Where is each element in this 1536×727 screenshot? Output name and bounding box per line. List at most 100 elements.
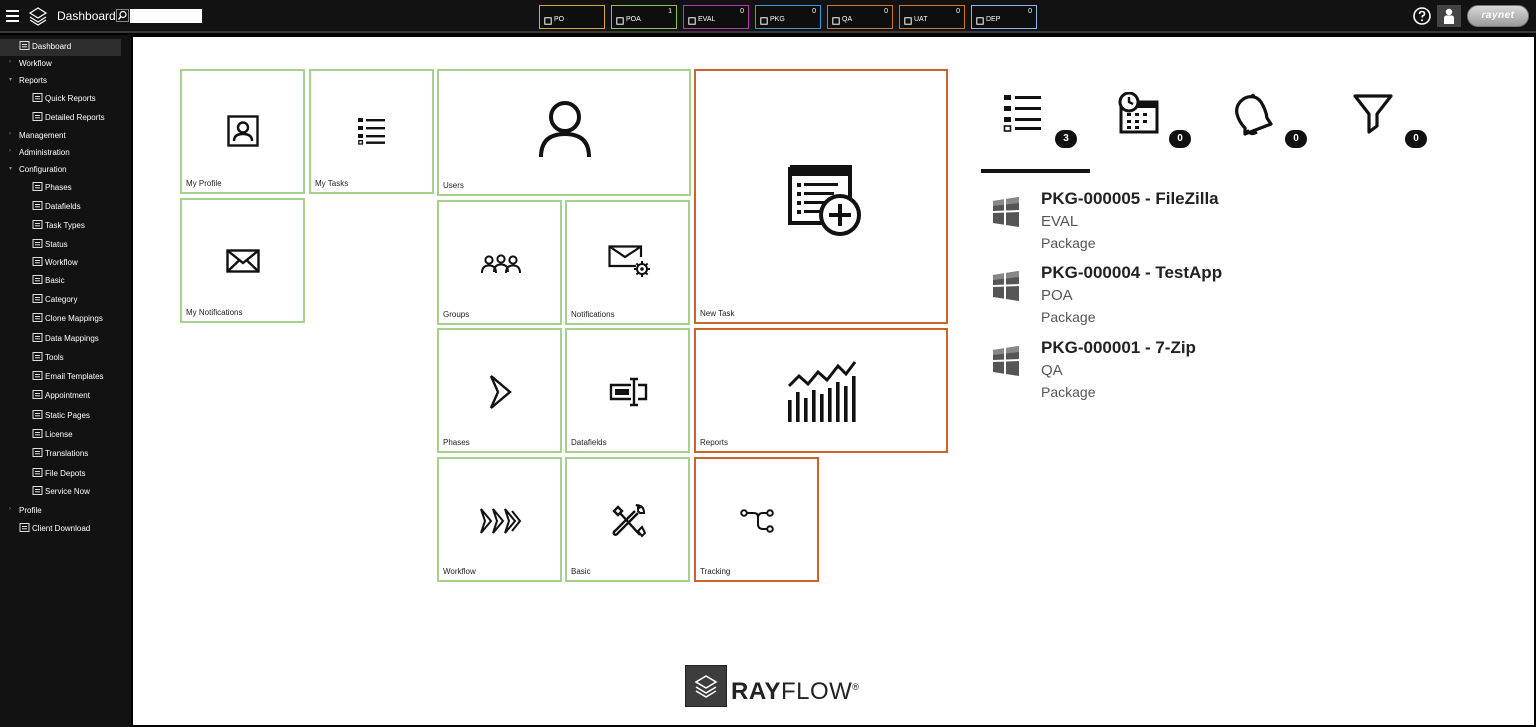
tile-reports[interactable]: Reports xyxy=(694,328,948,453)
sidebar-item-quick-reports[interactable]: Quick Reports xyxy=(0,91,131,108)
sidebar-item-datafields[interactable]: Datafields xyxy=(0,199,131,216)
sidebar-item-appointment[interactable]: Appointment xyxy=(0,388,131,405)
sidebar-item-label: Status xyxy=(45,240,68,249)
sidebar-item-workflow[interactable]: Workflow xyxy=(0,255,131,272)
tile-tracking[interactable]: Tracking xyxy=(694,457,819,582)
tile-notifications[interactable]: Notifications xyxy=(565,200,690,325)
brand-logo[interactable]: raynet xyxy=(1467,5,1529,27)
power-icon xyxy=(32,486,43,495)
chevron-icon xyxy=(32,182,43,191)
stage-tab-count: 0 xyxy=(956,8,960,15)
sidebar-item-label: Service Now xyxy=(45,487,90,496)
chevron-right-icon[interactable]: › xyxy=(9,131,11,137)
sidebar-item-label: Appointment xyxy=(45,391,90,400)
task-title[interactable]: PKG-000004 - TestApp xyxy=(1041,263,1222,283)
filter-tab-appointments[interactable]: 0 xyxy=(1115,92,1191,152)
tile-my-profile[interactable]: My Profile xyxy=(180,69,305,194)
tile-label: Datafields xyxy=(571,438,607,447)
task-item[interactable]: PKG-000004 - TestApp POA Package xyxy=(985,263,1285,333)
sidebar-item-category[interactable]: Category xyxy=(0,292,131,309)
search-icon xyxy=(832,17,840,25)
stage-tab-dep[interactable]: DEP 0 xyxy=(971,5,1037,29)
app-logo-icon[interactable] xyxy=(27,5,49,27)
sidebar-item-label: Client Download xyxy=(32,524,91,533)
sidebar-item-basic[interactable]: Basic xyxy=(0,273,131,290)
email-template-icon xyxy=(32,371,43,380)
tile-basic[interactable]: Basic xyxy=(565,457,690,582)
sidebar-item-email-templates[interactable]: Email Templates xyxy=(0,369,131,386)
task-type: Package xyxy=(1041,309,1096,325)
sidebar-item-reports[interactable]: ▾ Reports xyxy=(0,73,131,90)
chevron-right-icon[interactable]: › xyxy=(9,148,11,154)
workflow-icon xyxy=(32,257,43,266)
stage-tab-poa[interactable]: POA 1 xyxy=(611,5,677,29)
sidebar-item-label: Profile xyxy=(19,506,42,515)
tile-my-notifications[interactable]: My Notifications xyxy=(180,198,305,323)
user-button[interactable] xyxy=(1437,5,1461,27)
new-task-icon xyxy=(788,165,861,236)
sidebar-item-label: Static Pages xyxy=(45,411,90,420)
sidebar-item-label: Detailed Reports xyxy=(45,113,105,122)
sidebar-item-administration[interactable]: › Administration xyxy=(0,145,131,162)
stage-tab-uat[interactable]: UAT 0 xyxy=(899,5,965,29)
sidebar-item-service-now[interactable]: Service Now xyxy=(0,484,131,501)
sidebar-item-translations[interactable]: Translations xyxy=(0,446,131,463)
sidebar-item-configuration[interactable]: ▾ Configuration xyxy=(0,162,131,179)
filter-tab-tasks[interactable]: 3 xyxy=(1001,92,1077,152)
sidebar-item-dashboard[interactable]: Dashboard xyxy=(0,39,121,56)
sidebar-item-client-download[interactable]: Client Download xyxy=(0,521,131,538)
layers-icon xyxy=(694,675,718,698)
tile-my-tasks[interactable]: My Tasks xyxy=(309,69,434,194)
search-icon[interactable] xyxy=(116,9,129,22)
tile-datafields[interactable]: Datafields xyxy=(565,328,690,453)
sidebar-item-tools[interactable]: Tools xyxy=(0,350,131,367)
stage-tab-po[interactable]: PO xyxy=(539,5,605,29)
menu-icon[interactable] xyxy=(6,10,19,22)
tile-groups[interactable]: Groups xyxy=(437,200,562,325)
task-title[interactable]: PKG-000001 - 7-Zip xyxy=(1041,338,1196,358)
tools-icon xyxy=(612,504,646,538)
sidebar-item-label: Phases xyxy=(45,183,72,192)
tile-phases[interactable]: Phases xyxy=(437,328,562,453)
chevron-right-icon[interactable]: › xyxy=(9,59,11,65)
datafield-icon xyxy=(609,377,648,407)
sidebar-item-static-pages[interactable]: Static Pages xyxy=(0,408,131,425)
clone-icon xyxy=(32,313,43,322)
sidebar-item-management[interactable]: › Management xyxy=(0,128,131,145)
tile-label: Tracking xyxy=(700,567,731,576)
bell-icon xyxy=(1235,93,1273,136)
filter-tab-notifications[interactable]: 0 xyxy=(1231,92,1307,152)
tile-new-task[interactable]: New Task xyxy=(694,69,948,324)
sidebar-item-profile[interactable]: › Profile xyxy=(0,503,131,520)
stage-tab-pkg[interactable]: PKG 0 xyxy=(755,5,821,29)
task-title[interactable]: PKG-000005 - FileZilla xyxy=(1041,189,1219,209)
sidebar-item-workflow[interactable]: › Workflow xyxy=(0,56,131,73)
stage-tab-qa[interactable]: QA 0 xyxy=(827,5,893,29)
report-icon xyxy=(32,112,43,121)
sidebar-item-label: Administration xyxy=(19,148,70,157)
sidebar-item-phases[interactable]: Phases xyxy=(0,180,131,197)
sidebar-item-task-types[interactable]: Task Types xyxy=(0,218,131,235)
sidebar-item-label: Management xyxy=(19,131,66,140)
filter-tab-filters[interactable]: 0 xyxy=(1351,92,1427,152)
sidebar-item-status[interactable]: Status xyxy=(0,237,131,254)
sidebar-item-clone-mappings[interactable]: Clone Mappings xyxy=(0,311,131,328)
sidebar-item-license[interactable]: License xyxy=(0,427,131,444)
sidebar-item-label: Basic xyxy=(45,276,65,285)
sidebar-item-data-mappings[interactable]: Data Mappings xyxy=(0,331,131,348)
search-input[interactable] xyxy=(130,9,202,23)
stage-tab-eval[interactable]: EVAL 0 xyxy=(683,5,749,29)
task-type: Package xyxy=(1041,235,1096,251)
help-icon[interactable] xyxy=(1413,7,1431,25)
tile-workflow[interactable]: Workflow xyxy=(437,457,562,582)
task-item[interactable]: PKG-000001 - 7-Zip QA Package xyxy=(985,338,1285,408)
checklist-icon xyxy=(904,17,912,25)
sidebar-item-detailed-reports[interactable]: Detailed Reports xyxy=(0,110,131,127)
chevron-down-icon[interactable]: ▾ xyxy=(9,76,12,83)
chevron-down-icon[interactable]: ▾ xyxy=(9,165,12,172)
task-stage: POA xyxy=(1041,287,1073,304)
tile-users[interactable]: Users xyxy=(437,69,691,196)
sidebar-item-file-depots[interactable]: File Depots xyxy=(0,466,131,483)
chevron-right-icon[interactable]: › xyxy=(9,506,11,512)
task-item[interactable]: PKG-000005 - FileZilla EVAL Package xyxy=(985,189,1285,259)
